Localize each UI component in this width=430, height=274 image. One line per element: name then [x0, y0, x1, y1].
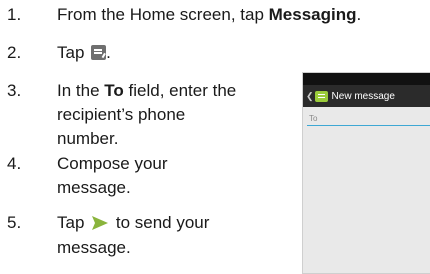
- step-text-line-2: message.: [57, 238, 131, 257]
- action-bar: ❮ New message: [303, 85, 430, 107]
- to-field[interactable]: To: [307, 113, 430, 126]
- back-chevron-icon[interactable]: ❮: [306, 91, 314, 102]
- step-number: 3.: [7, 81, 22, 100]
- send-icon: [92, 216, 109, 230]
- to-field-name: To: [104, 81, 124, 100]
- messaging-app-icon: [314, 90, 328, 102]
- step-number: 5.: [7, 213, 22, 232]
- step-text-line-1: Tap to send your: [57, 213, 210, 232]
- step-number: 2.: [7, 43, 22, 62]
- step-text-line-1: Compose your: [57, 154, 168, 173]
- phone-screenshot: ❮ New message To: [302, 72, 430, 274]
- compose-icon: [91, 45, 107, 60]
- step-number: 1.: [7, 5, 22, 24]
- step-text: From the Home screen, tap Messaging.: [57, 5, 362, 24]
- step-text: Tap .: [57, 43, 111, 62]
- step-text-line-1: In the To field, enter the: [57, 81, 237, 100]
- step-text-line-2: recipient’s phone: [57, 105, 186, 124]
- step-number: 4.: [7, 154, 22, 173]
- screen-title: New message: [331, 90, 395, 102]
- step-text-line-3: number.: [57, 129, 119, 148]
- status-bar: [303, 73, 430, 85]
- messaging-app-name: Messaging: [268, 5, 357, 24]
- step-text-line-2: message.: [57, 178, 131, 197]
